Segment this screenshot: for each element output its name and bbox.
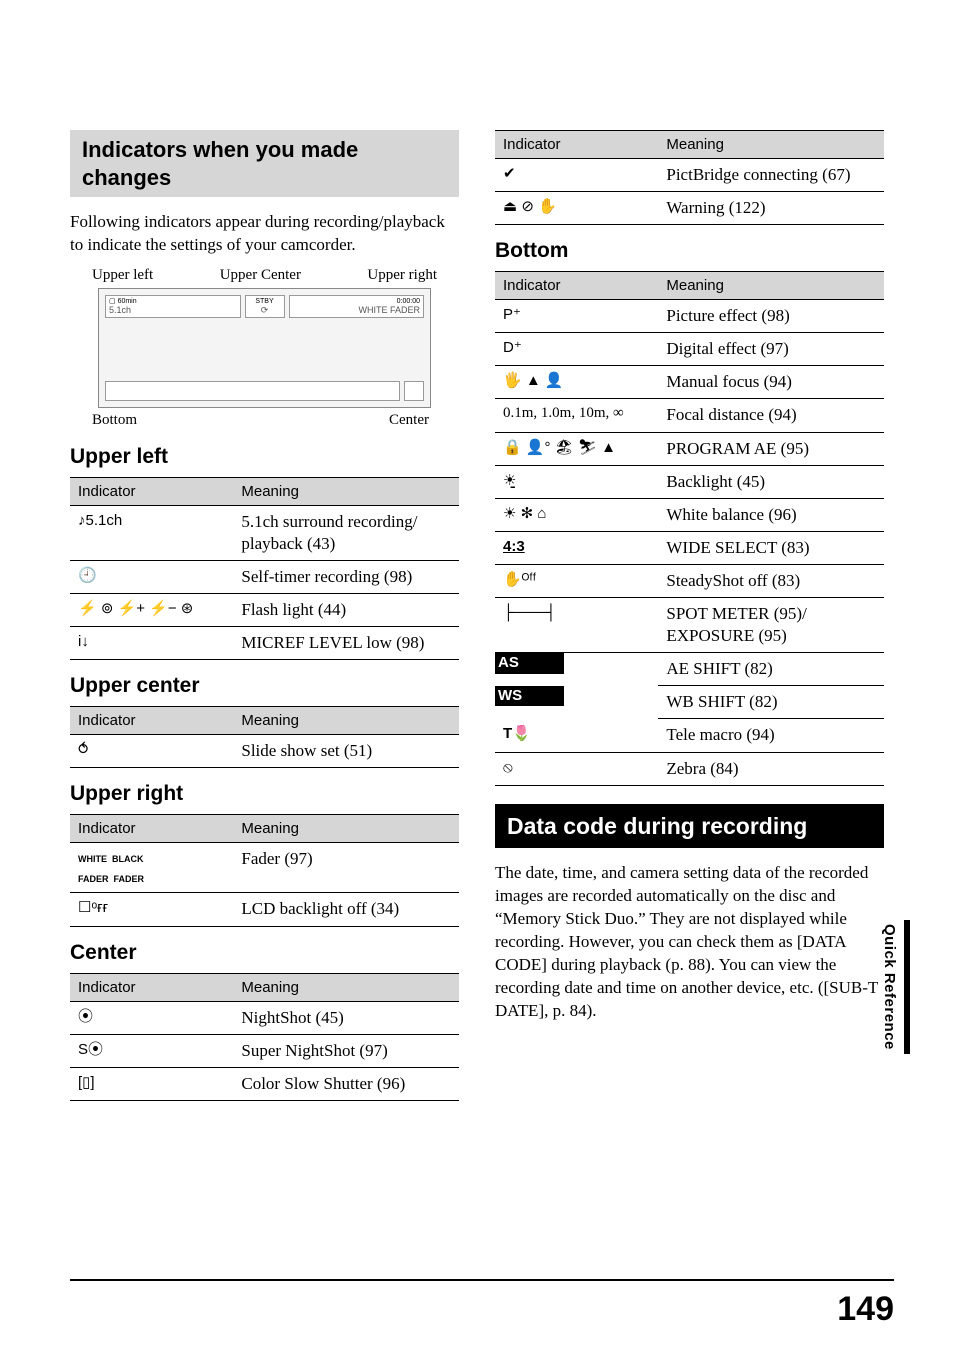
page-number: 149 xyxy=(837,1290,894,1329)
diagram-top-labels: Upper left Upper Center Upper right xyxy=(92,267,437,284)
side-tab-quick-reference: Quick Reference xyxy=(881,920,910,1054)
th-indicator: Indicator xyxy=(495,131,658,159)
table-row: 🕘Self-timer recording (98) xyxy=(70,561,459,594)
section-title-changes: Indicators when you made changes xyxy=(70,130,459,197)
footer-rule xyxy=(70,1279,894,1281)
table-row: WHITE BLACKFADER FADER Fader (97) xyxy=(70,843,459,893)
diagram-bottom-labels: Bottom Center xyxy=(92,412,429,429)
th-meaning: Meaning xyxy=(658,131,884,159)
fader-white-black-label: WHITE BLACKFADER FADER xyxy=(78,854,144,884)
label-center: Center xyxy=(389,412,429,429)
th-meaning: Meaning xyxy=(233,477,459,505)
table-row: 🖐 ▲ 👤Manual focus (94) xyxy=(495,366,884,399)
diagram-ch: 5.1ch xyxy=(109,306,237,315)
heading-bottom: Bottom xyxy=(495,239,884,263)
table-row: ✔PictBridge connecting (67) xyxy=(495,159,884,192)
diagram-battery: ▢ 60min xyxy=(109,298,137,305)
label-upper-center: Upper Center xyxy=(220,267,301,284)
label-bottom: Bottom xyxy=(92,412,137,429)
diagram-tc: 0:00:00 xyxy=(397,298,420,305)
th-indicator: Indicator xyxy=(70,477,233,505)
intro-text: Following indicators appear during recor… xyxy=(70,211,459,257)
table-row: 4:3WIDE SELECT (83) xyxy=(495,531,884,564)
th-indicator: Indicator xyxy=(70,707,233,735)
table-row: 0.1m, 1.0m, 10m, ∞Focal distance (94) xyxy=(495,399,884,432)
left-column: Indicators when you made changes Followi… xyxy=(70,130,459,1101)
table-row: [▯]Color Slow Shutter (96) xyxy=(70,1067,459,1100)
table-upper-center: Indicator Meaning ⥀Slide show set (51) xyxy=(70,706,459,768)
th-meaning: Meaning xyxy=(658,272,884,300)
table-row: D⁺Digital effect (97) xyxy=(495,333,884,366)
table-center: Indicator Meaning ⦿NightShot (45) S⦿Supe… xyxy=(70,973,459,1101)
table-row: ⚡ ⊚ ⚡+ ⚡− ⊛Flash light (44) xyxy=(70,594,459,627)
th-indicator: Indicator xyxy=(70,973,233,1001)
table-row: 🔒 👤° 🏖 ⛷ ▲PROGRAM AE (95) xyxy=(495,432,884,465)
table-row: ⦿NightShot (45) xyxy=(70,1001,459,1034)
table-row: ├───┤SPOT METER (95)/ EXPOSURE (95) xyxy=(495,598,884,653)
table-row: ⥀Slide show set (51) xyxy=(70,735,459,768)
table-row: ⦸Zebra (84) xyxy=(495,752,884,785)
table-row: ⏏ ⊘ ✋Warning (122) xyxy=(495,192,884,225)
table-row: ☀ ✻ ⌂White balance (96) xyxy=(495,498,884,531)
table-upper-left: Indicator Meaning ♪5.1ch5.1ch surround r… xyxy=(70,477,459,660)
diagram-stby: STBY xyxy=(255,298,273,305)
heading-upper-center: Upper center xyxy=(70,674,459,698)
table-row: ☀̱Backlight (45) xyxy=(495,465,884,498)
table-top-right: Indicator Meaning ✔PictBridge connecting… xyxy=(495,130,884,225)
heading-upper-left: Upper left xyxy=(70,445,459,469)
th-indicator: Indicator xyxy=(70,815,233,843)
table-row: ✋ᴼᶠᶠSteadyShot off (83) xyxy=(495,564,884,597)
table-row: T🌷Tele macro (94) xyxy=(495,719,884,752)
table-upper-right: Indicator Meaning WHITE BLACKFADER FADER… xyxy=(70,814,459,926)
label-upper-left: Upper left xyxy=(92,267,153,284)
th-meaning: Meaning xyxy=(233,815,459,843)
heading-upper-right: Upper right xyxy=(70,782,459,806)
section-title-data-code: Data code during recording xyxy=(495,804,884,849)
heading-center: Center xyxy=(70,941,459,965)
data-code-body: The date, time, and camera setting data … xyxy=(495,862,884,1023)
th-meaning: Meaning xyxy=(233,707,459,735)
table-row: P⁺Picture effect (98) xyxy=(495,300,884,333)
table-row: i↓MICREF LEVEL low (98) xyxy=(70,627,459,660)
table-row: ASAE SHIFT (82) xyxy=(495,653,884,686)
lcd-diagram: ▢ 60min 5.1ch STBY ⟳ 0:00:00 WHITE FADER xyxy=(98,288,431,408)
th-indicator: Indicator xyxy=(495,272,658,300)
label-upper-right: Upper right xyxy=(367,267,437,284)
table-row: S⦿Super NightShot (97) xyxy=(70,1034,459,1067)
right-column: Indicator Meaning ✔PictBridge connecting… xyxy=(495,130,884,1101)
diagram-wf: WHITE FADER xyxy=(293,306,421,315)
table-row: ☐ᵒғғLCD backlight off (34) xyxy=(70,893,459,926)
table-row: ♪5.1ch5.1ch surround recording/ playback… xyxy=(70,505,459,560)
table-row: WSWB SHIFT (82) xyxy=(495,686,884,719)
th-meaning: Meaning xyxy=(233,973,459,1001)
table-bottom: Indicator Meaning P⁺Picture effect (98) … xyxy=(495,271,884,785)
